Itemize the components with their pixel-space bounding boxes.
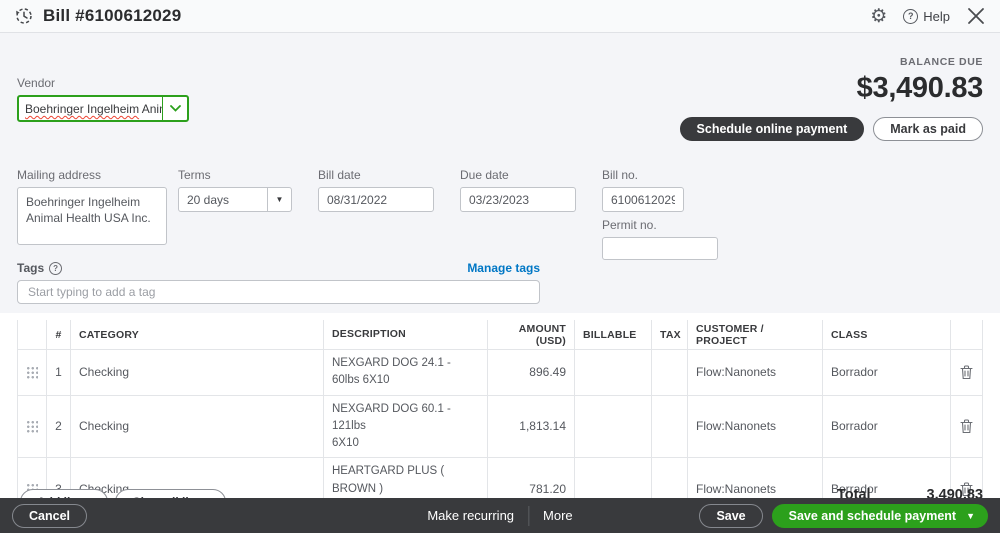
description-cell[interactable]: NEXGARD DOG 24.1 - 60lbs 6X10 bbox=[324, 350, 488, 395]
vendor-dropdown[interactable]: Boehringer Ingelheim Animal Hea bbox=[17, 95, 189, 122]
bill-date-label: Bill date bbox=[318, 168, 434, 182]
due-date-field: Due date bbox=[460, 168, 576, 212]
table-header-row: # CATEGORY DESCRIPTION AMOUNT (USD) BILL… bbox=[17, 320, 983, 349]
terms-label: Terms bbox=[178, 168, 292, 182]
drag-handle-icon bbox=[26, 366, 38, 379]
vendor-label: Vendor bbox=[17, 76, 189, 90]
terms-value: 20 days bbox=[179, 188, 267, 211]
billable-cell[interactable] bbox=[575, 350, 652, 395]
mailing-address-input[interactable]: Boehringer Ingelheim Animal Health USA I… bbox=[17, 187, 167, 245]
chevron-down-icon bbox=[170, 105, 181, 112]
header-amount: AMOUNT (USD) bbox=[488, 320, 575, 349]
close-icon[interactable] bbox=[966, 6, 986, 26]
amount-cell[interactable]: 1,813.14 bbox=[488, 396, 575, 458]
gear-icon[interactable]: ⚙ bbox=[870, 7, 887, 26]
drag-handle[interactable] bbox=[17, 350, 47, 395]
drag-handle-icon bbox=[26, 420, 38, 433]
help-icon: ? bbox=[903, 9, 918, 24]
permit-no-label: Permit no. bbox=[602, 218, 718, 232]
header-number: # bbox=[47, 320, 71, 349]
tags-section: Tags ? Manage tags bbox=[17, 261, 540, 304]
balance-due-label: BALANCE DUE bbox=[680, 56, 983, 68]
manage-tags-link[interactable]: Manage tags bbox=[467, 261, 540, 275]
caret-down-icon: ▼ bbox=[966, 511, 975, 521]
class-cell[interactable]: Borrador bbox=[823, 350, 951, 395]
terms-field: Terms 20 days ▼ bbox=[178, 168, 292, 212]
bill-page: Bill #6100612029 ⚙ ? Help Vendor Boehrin… bbox=[0, 0, 1000, 533]
bill-date-field: Bill date bbox=[318, 168, 434, 212]
help-button[interactable]: ? Help bbox=[903, 9, 950, 24]
due-date-input[interactable] bbox=[460, 187, 576, 212]
delete-row-button[interactable] bbox=[951, 396, 983, 458]
tags-input[interactable] bbox=[17, 280, 540, 304]
terms-select[interactable]: 20 days ▼ bbox=[178, 187, 292, 212]
cancel-button[interactable]: Cancel bbox=[12, 504, 87, 528]
more-button[interactable]: More bbox=[543, 508, 573, 523]
permit-no-input[interactable] bbox=[602, 237, 718, 260]
amount-cell[interactable]: 896.49 bbox=[488, 350, 575, 395]
terms-caret-button[interactable]: ▼ bbox=[267, 188, 291, 211]
balance-due-amount: $3,490.83 bbox=[680, 72, 983, 105]
header-customer: CUSTOMER / PROJECT bbox=[688, 320, 823, 349]
drag-handle[interactable] bbox=[17, 396, 47, 458]
vendor-value: Boehringer Ingelheim Animal Hea bbox=[19, 97, 162, 120]
footer-bar: Cancel Make recurring More Save Save and… bbox=[0, 498, 1000, 533]
header-trash-cell bbox=[951, 320, 983, 349]
header-category: CATEGORY bbox=[71, 320, 324, 349]
row-number: 2 bbox=[47, 396, 71, 458]
vendor-field: Vendor Boehringer Ingelheim Animal Hea bbox=[17, 76, 189, 122]
trash-icon bbox=[960, 419, 973, 434]
tax-cell[interactable] bbox=[652, 396, 688, 458]
category-cell[interactable]: Checking bbox=[71, 350, 324, 395]
vendor-chevron-button[interactable] bbox=[162, 97, 187, 120]
bill-no-input[interactable] bbox=[602, 187, 684, 212]
caret-down-icon: ▼ bbox=[276, 195, 284, 204]
delete-row-button[interactable] bbox=[951, 350, 983, 395]
due-date-label: Due date bbox=[460, 168, 576, 182]
customer-cell[interactable]: Flow:Nanonets bbox=[688, 350, 823, 395]
header-handle-cell bbox=[17, 320, 47, 349]
header-tax: TAX bbox=[652, 320, 688, 349]
trash-icon bbox=[960, 365, 973, 380]
tags-label: Tags bbox=[17, 261, 44, 275]
billable-cell[interactable] bbox=[575, 396, 652, 458]
history-icon[interactable] bbox=[14, 6, 34, 26]
category-cell[interactable]: Checking bbox=[71, 396, 324, 458]
page-title: Bill #6100612029 bbox=[43, 6, 181, 26]
tags-help-icon[interactable]: ? bbox=[49, 262, 62, 275]
bill-no-label: Bill no. bbox=[602, 168, 684, 182]
help-label: Help bbox=[923, 9, 950, 24]
customer-cell[interactable]: Flow:Nanonets bbox=[688, 396, 823, 458]
tax-cell[interactable] bbox=[652, 350, 688, 395]
mailing-address-field: Mailing address Boehringer Ingelheim Ani… bbox=[17, 168, 167, 250]
permit-no-field: Permit no. bbox=[602, 218, 718, 260]
table-row: 2 Checking NEXGARD DOG 60.1 - 121lbs 6X1… bbox=[17, 395, 983, 458]
save-button[interactable]: Save bbox=[699, 504, 762, 528]
footer-divider bbox=[528, 506, 529, 526]
save-and-schedule-label: Save and schedule payment bbox=[789, 509, 956, 523]
top-header: Bill #6100612029 ⚙ ? Help bbox=[0, 0, 1000, 33]
description-cell[interactable]: NEXGARD DOG 60.1 - 121lbs 6X10 bbox=[324, 396, 488, 458]
row-number: 1 bbox=[47, 350, 71, 395]
schedule-online-payment-button[interactable]: Schedule online payment bbox=[680, 117, 865, 141]
balance-section: BALANCE DUE $3,490.83 Schedule online pa… bbox=[680, 56, 983, 141]
class-cell[interactable]: Borrador bbox=[823, 396, 951, 458]
mailing-address-label: Mailing address bbox=[17, 168, 167, 182]
header-class: CLASS bbox=[823, 320, 951, 349]
mark-as-paid-button[interactable]: Mark as paid bbox=[873, 117, 983, 141]
header-billable: BILLABLE bbox=[575, 320, 652, 349]
save-and-schedule-payment-button[interactable]: Save and schedule payment ▼ bbox=[772, 504, 988, 528]
header-description: DESCRIPTION bbox=[324, 320, 488, 349]
table-row: 1 Checking NEXGARD DOG 24.1 - 60lbs 6X10… bbox=[17, 349, 983, 395]
bill-date-input[interactable] bbox=[318, 187, 434, 212]
make-recurring-button[interactable]: Make recurring bbox=[427, 508, 514, 523]
bill-no-field: Bill no. bbox=[602, 168, 684, 212]
